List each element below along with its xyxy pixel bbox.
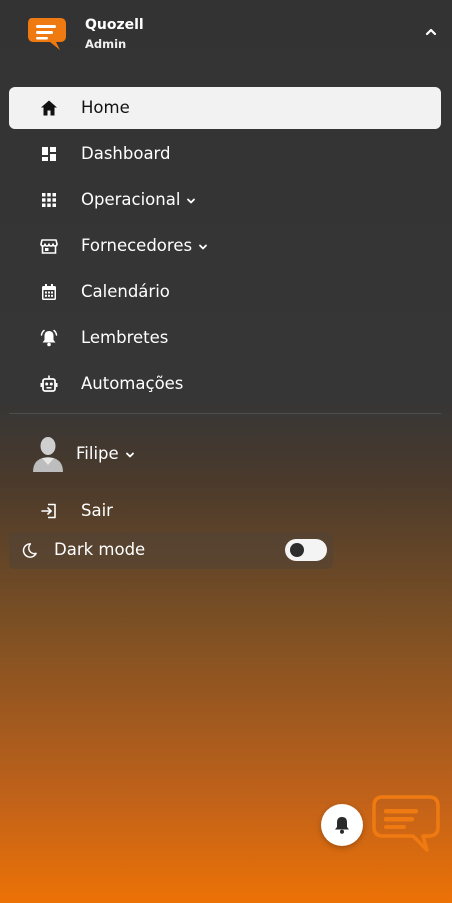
logout-label: Sair: [81, 501, 113, 520]
chevron-down-icon: [125, 452, 134, 457]
user-name: Filipe: [76, 444, 119, 463]
chat-widget-button[interactable]: [371, 794, 443, 856]
nav-item-fornecedores[interactable]: Fornecedores: [9, 225, 441, 267]
brand-logo-icon: [28, 18, 66, 50]
chat-logo-icon: [372, 795, 440, 852]
nav-item-label: Automações: [81, 374, 184, 393]
notifications-button[interactable]: [321, 804, 363, 846]
nav-item-home[interactable]: Home: [9, 87, 441, 129]
user-role: Admin: [85, 37, 127, 51]
nav-item-label: Dashboard: [81, 144, 171, 163]
chevron-down-icon: [199, 244, 207, 249]
moon-icon: [22, 543, 37, 558]
dark-mode-toggle[interactable]: [285, 539, 327, 561]
home-icon: [41, 100, 57, 116]
grid-icon: [42, 193, 56, 207]
brand-name: Quozell: [85, 17, 144, 33]
nav-item-label: Calendário: [81, 282, 170, 301]
nav-item-label: Operacional: [81, 190, 181, 209]
nav-item-calendario[interactable]: Calendário: [9, 271, 441, 313]
nav-item-lembretes[interactable]: Lembretes: [9, 317, 441, 359]
user-menu[interactable]: Filipe: [9, 430, 441, 476]
chevron-down-icon: [187, 198, 196, 203]
nav-item-automacoes[interactable]: Automações: [9, 363, 441, 405]
sidebar-nav: Home Dashboard Operacional Fornecedores: [9, 87, 441, 409]
dashboard-icon: [42, 147, 56, 161]
nav-item-label: Lembretes: [81, 328, 169, 347]
nav-item-dashboard[interactable]: Dashboard: [9, 133, 441, 175]
dark-mode-label: Dark mode: [54, 540, 146, 559]
logout-button[interactable]: Sair: [9, 490, 441, 532]
toggle-knob: [290, 543, 304, 557]
bell-icon: [40, 329, 58, 347]
dark-mode-row: Dark mode: [9, 532, 333, 569]
store-icon: [40, 239, 58, 254]
chevron-up-icon: [425, 28, 437, 36]
sidebar-header: Quozell Admin: [0, 0, 452, 70]
nav-item-label: Fornecedores: [81, 236, 193, 255]
avatar: [33, 437, 63, 472]
collapse-sidebar-button[interactable]: [420, 22, 442, 42]
robot-icon: [40, 375, 58, 392]
bell-icon: [335, 817, 349, 834]
nav-item-operacional[interactable]: Operacional: [9, 179, 441, 221]
nav-divider: [9, 413, 441, 414]
logout-icon: [41, 503, 56, 519]
nav-item-label: Home: [81, 98, 130, 117]
calendar-icon: [42, 284, 56, 300]
